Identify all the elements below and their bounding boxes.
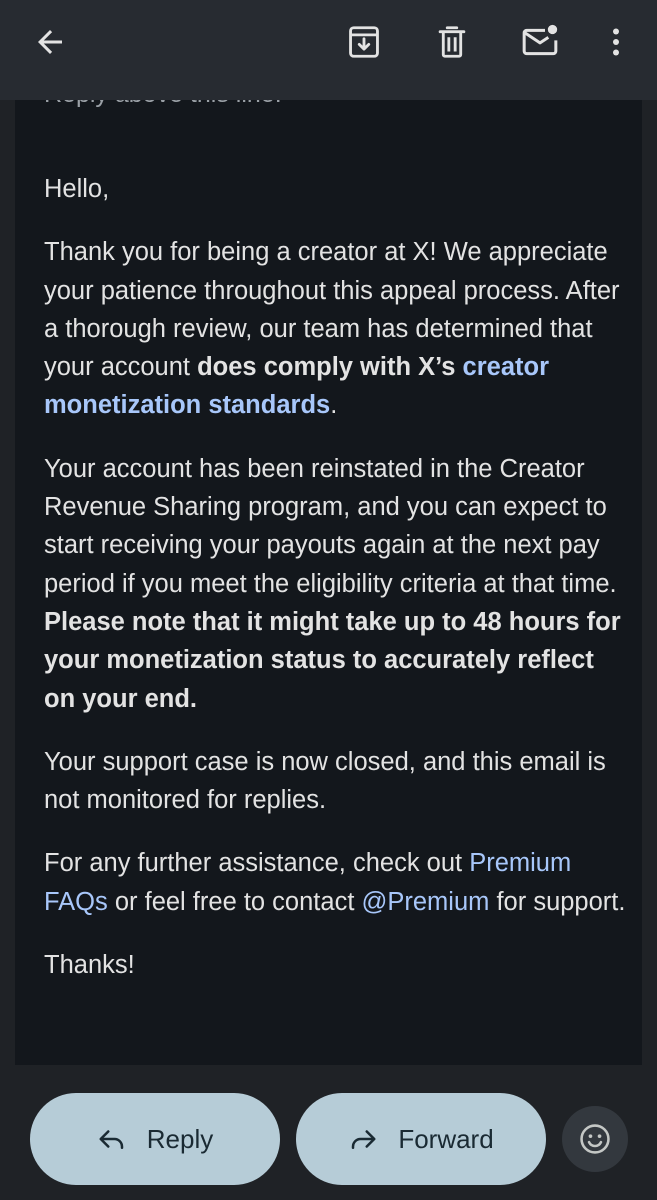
signoff-paragraph: Thanks! <box>44 946 629 984</box>
top-app-bar <box>0 0 657 100</box>
greeting-text: Hello, <box>44 175 110 203</box>
assistance-text-a: For any further assistance, check out <box>44 849 470 878</box>
archive-button[interactable] <box>340 18 388 66</box>
period-text: . <box>330 391 338 420</box>
bottom-action-bar: Reply Forward <box>0 1065 657 1200</box>
emoji-reaction-button[interactable] <box>562 1106 628 1172</box>
note-bold-text: Please note that it might take up to 48 … <box>44 607 621 713</box>
reply-icon <box>99 1130 123 1149</box>
archive-icon <box>349 26 379 58</box>
mark-unread-button[interactable] <box>516 18 564 66</box>
email-body: Hello, Thank you for being a creator at … <box>44 170 629 1009</box>
more-vert-icon <box>613 28 619 56</box>
premium-handle-link[interactable]: @Premium <box>361 888 489 916</box>
delete-button[interactable] <box>428 18 476 66</box>
forward-button[interactable]: Forward <box>296 1093 546 1185</box>
email-message-card: Reply above this line. Hello, Thank you … <box>15 60 642 1065</box>
back-button[interactable] <box>26 18 74 66</box>
assistance-paragraph: For any further assistance, check out Pr… <box>44 844 629 921</box>
reinstated-text: Your account has been reinstated in the … <box>44 454 617 598</box>
reply-label: Reply <box>146 1123 214 1154</box>
arrow-left-icon <box>38 30 62 54</box>
email-view-screen: Reply above this line. Hello, Thank you … <box>0 0 657 1200</box>
comply-bold-text: does comply with X’s <box>197 353 463 382</box>
reinstated-paragraph: Your account has been reinstated in the … <box>44 450 629 718</box>
review-result-paragraph: Thank you for being a creator at X! We a… <box>44 233 629 424</box>
case-closed-text: Your support case is now closed, and thi… <box>44 747 606 815</box>
reply-button[interactable]: Reply <box>30 1093 280 1185</box>
forward-label: Forward <box>398 1123 494 1154</box>
signoff-text: Thanks! <box>44 951 135 980</box>
emoji-smile-icon <box>580 1124 610 1154</box>
trash-icon <box>438 26 466 58</box>
forward-icon <box>352 1130 376 1149</box>
mark-unread-icon <box>522 24 558 56</box>
assistance-text-c: for support. <box>489 887 626 916</box>
case-closed-paragraph: Your support case is now closed, and thi… <box>44 743 629 820</box>
assistance-text-b: or feel free to contact <box>107 887 362 916</box>
more-options-button[interactable] <box>592 18 640 66</box>
greeting-paragraph: Hello, <box>44 170 629 208</box>
